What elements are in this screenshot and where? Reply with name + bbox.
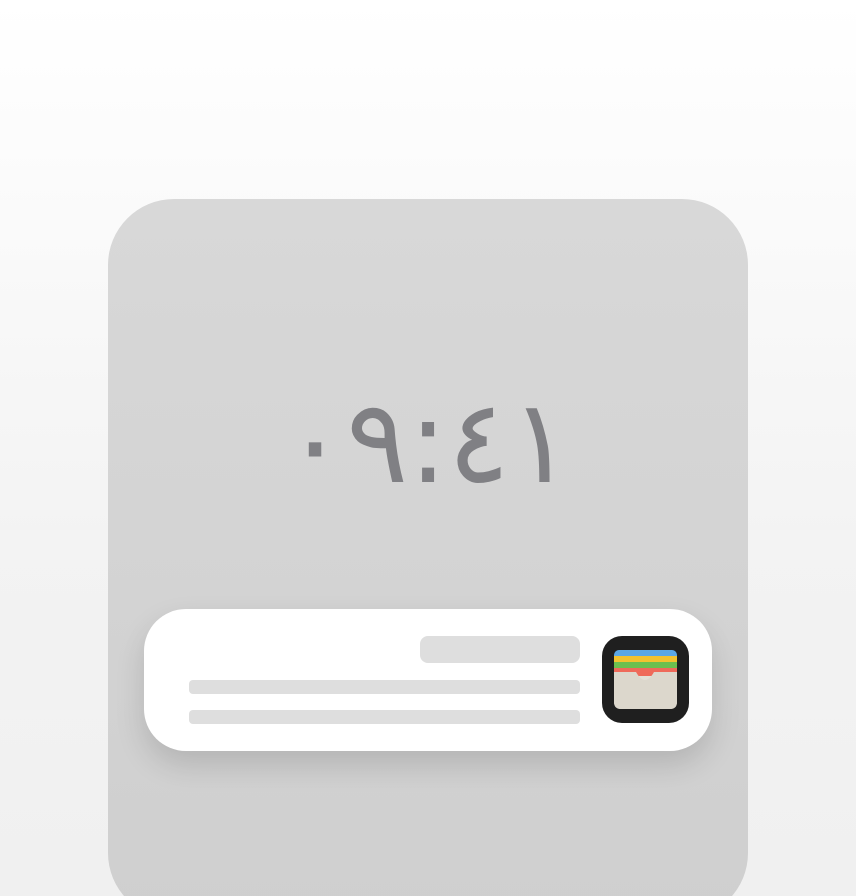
lock-screen-clock: ٠٩:٤١ (283, 375, 573, 510)
notification-body-line-placeholder (189, 710, 580, 724)
notification-title-placeholder (420, 636, 580, 663)
wallet-icon (602, 636, 689, 723)
notification-body-line-placeholder (189, 680, 580, 694)
notification-banner[interactable] (144, 609, 712, 751)
wallet-icon-graphic (614, 650, 677, 709)
stage: ٠٩:٤١ (0, 0, 856, 896)
lock-screen: ٠٩:٤١ (108, 199, 748, 896)
